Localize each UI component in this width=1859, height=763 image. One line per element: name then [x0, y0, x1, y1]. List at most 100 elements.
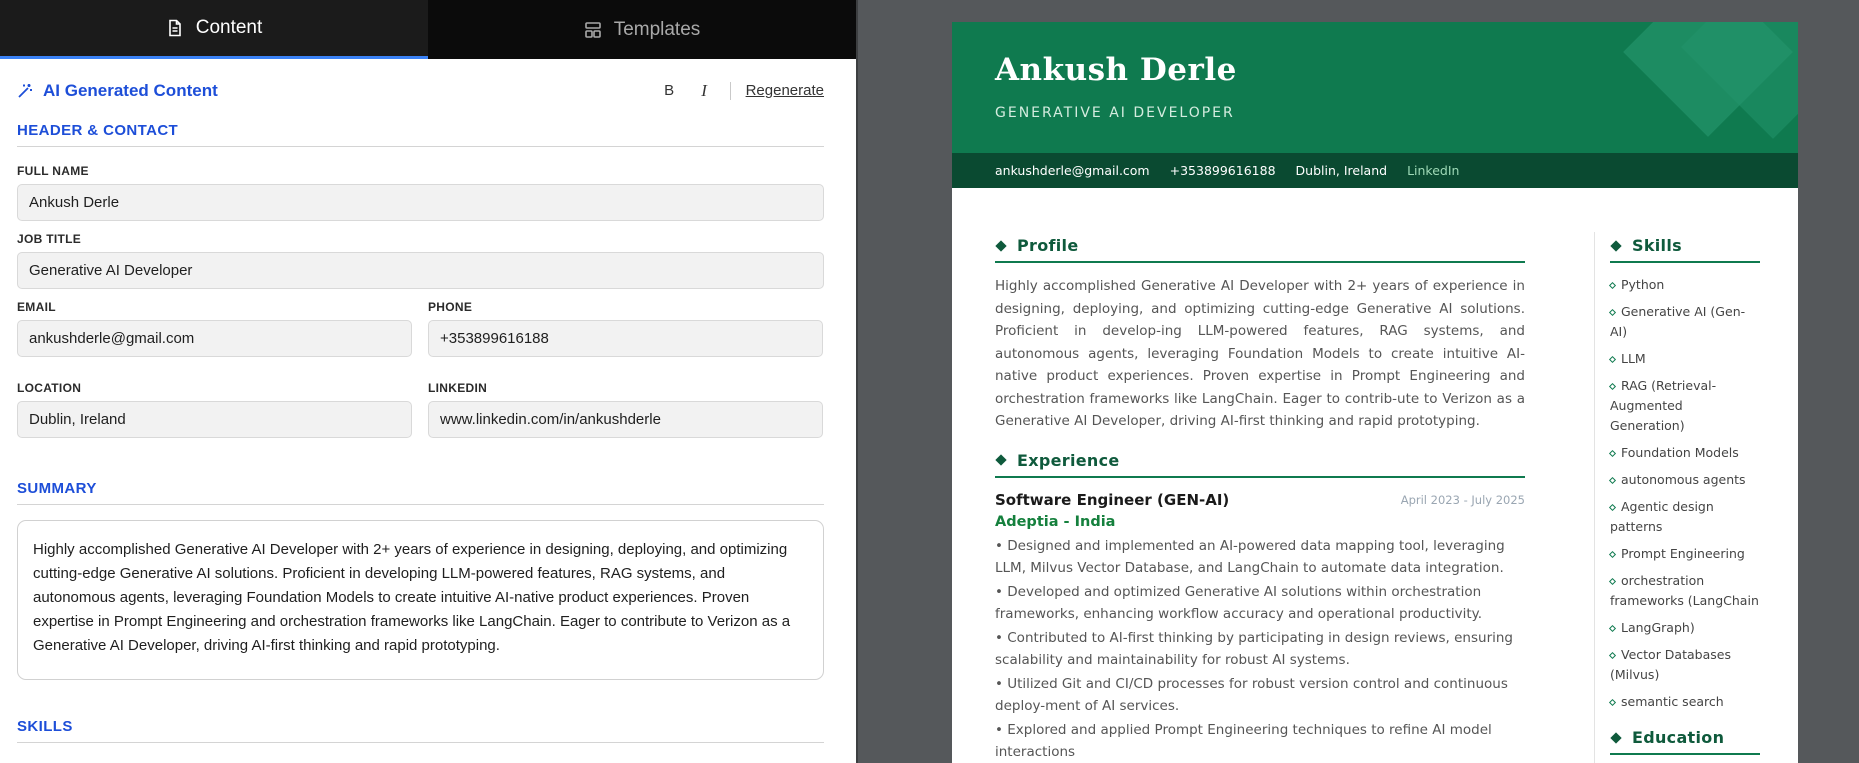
phone-label: PHONE	[428, 300, 473, 314]
diamond-icon	[1610, 239, 1622, 252]
resume-job-title: GENERATIVE AI DEVELOPER	[995, 105, 1235, 121]
email-input[interactable]: ankushderle@gmail.com	[17, 320, 412, 357]
job-title-input[interactable]: Generative AI Developer	[17, 252, 824, 289]
linkedin-input[interactable]: www.linkedin.com/in/ankushderle	[428, 401, 823, 438]
full-name-input[interactable]: Ankush Derle	[17, 184, 824, 221]
education-heading-text: Education	[1632, 728, 1725, 747]
skill-text: Vector Databases (Milvus)	[1610, 647, 1731, 682]
diamond-bullet-icon	[1608, 382, 1617, 391]
resume-location: Dublin, Ireland	[1295, 163, 1388, 178]
magic-wand-icon	[18, 83, 32, 98]
panel-divider[interactable]	[856, 0, 858, 763]
skill-text: Generative AI (Gen-AI)	[1610, 304, 1746, 339]
summary-section-title: SUMMARY	[17, 480, 824, 505]
skill-item: Python	[1608, 275, 1760, 295]
skill-item: LLM	[1608, 349, 1760, 369]
skills-list: Python Generative AI (Gen-AI) LLM RAG (R…	[1608, 275, 1760, 712]
skill-item: Foundation Models	[1608, 443, 1760, 463]
experience-bullet: • Designed and implemented an AI-powered…	[995, 537, 1505, 576]
italic-button[interactable]: I	[687, 81, 722, 101]
layout-icon	[584, 21, 601, 38]
profile-heading: Profile	[995, 236, 1525, 263]
skill-text: semantic search	[1621, 694, 1724, 709]
tab-templates-label: Templates	[613, 18, 701, 40]
experience-bullet: • Developed and optimized Generative AI …	[995, 583, 1483, 622]
experience-bullet: • Explored and applied Prompt Engineerin…	[995, 721, 1492, 760]
skill-item: Generative AI (Gen-AI)	[1608, 302, 1760, 342]
profile-text: Highly accomplished Generative AI Develo…	[995, 278, 1525, 429]
linkedin-label: LINKEDIN	[428, 381, 488, 395]
tab-content-label: Content	[195, 17, 263, 38]
skill-item: semantic search	[1608, 692, 1760, 712]
tab-templates[interactable]: Templates	[428, 0, 856, 59]
diamond-bullet-icon	[1608, 624, 1617, 633]
tab-bar: Content Templates	[0, 0, 856, 59]
resume-main-column: Profile Highly accomplished Generative A…	[995, 236, 1525, 763]
skill-text: autonomous agents	[1621, 472, 1746, 487]
resume-header: Ankush Derle GENERATIVE AI DEVELOPER	[952, 22, 1798, 153]
resume-side-column: Skills Python Generative AI (Gen-AI) LLM…	[1608, 236, 1760, 755]
summary-textarea[interactable]: Highly accomplished Generative AI Develo…	[17, 520, 824, 680]
skill-item: Prompt Engineering	[1608, 544, 1760, 564]
skill-text: LangGraph)	[1621, 620, 1695, 635]
phone-input[interactable]: +353899616188	[428, 320, 823, 357]
experience-entry: Software Engineer (GEN-AI) April 2023 - …	[995, 491, 1525, 530]
ai-generated-title: AI Generated Content	[43, 80, 218, 100]
diamond-icon	[995, 454, 1007, 466]
location-input[interactable]: Dublin, Ireland	[17, 401, 412, 438]
column-divider	[1594, 232, 1595, 763]
diamond-bullet-icon	[1608, 281, 1617, 290]
profile-heading-text: Profile	[1017, 236, 1079, 255]
diamond-icon	[995, 239, 1007, 252]
skill-item: autonomous agents	[1608, 470, 1760, 490]
skill-text: orchestration frameworks (LangChain	[1610, 573, 1759, 608]
diamond-icon	[1610, 731, 1622, 744]
toolbar-divider	[729, 81, 731, 100]
skill-item: Vector Databases (Milvus)	[1608, 645, 1760, 685]
experience-bullets: • Designed and implemented an AI-powered…	[995, 535, 1525, 763]
resume-name: Ankush Derle	[995, 52, 1237, 88]
editor-panel: Content Templates AI Generated Content B…	[0, 0, 856, 763]
skill-text: LLM	[1621, 351, 1646, 366]
header-contact-section-title: HEADER & CONTACT	[17, 122, 824, 147]
job-company: Adeptia - India	[995, 513, 1116, 530]
skill-item: LangGraph)	[1608, 618, 1760, 638]
ai-toolbar: AI Generated Content B I Regenerate	[17, 59, 824, 122]
diamond-bullet-icon	[1608, 449, 1617, 458]
diamond-bullet-icon	[1608, 698, 1617, 707]
skill-item: orchestration frameworks (LangChain	[1608, 571, 1760, 611]
diamond-bullet-icon	[1608, 550, 1617, 559]
tab-content[interactable]: Content	[0, 0, 428, 59]
skills-section-title: SKILLS	[17, 718, 824, 743]
skill-text: Python	[1621, 277, 1665, 292]
full-name-label: FULL NAME	[17, 164, 89, 178]
skill-item: Agentic design patterns	[1608, 497, 1760, 537]
skills-heading: Skills	[1610, 236, 1760, 263]
diamond-bullet-icon	[1608, 308, 1617, 317]
resume-linkedin-link[interactable]: LinkedIn	[1407, 163, 1459, 178]
job-title-label: JOB TITLE	[17, 232, 82, 246]
experience-heading: Experience	[995, 451, 1525, 478]
skill-text: Agentic design patterns	[1610, 499, 1714, 534]
skills-heading-text: Skills	[1632, 236, 1682, 255]
document-icon	[168, 19, 181, 37]
diamond-bullet-icon	[1608, 577, 1617, 586]
skill-text: Prompt Engineering	[1621, 546, 1745, 561]
diamond-bullet-icon	[1608, 503, 1617, 512]
job-dates: April 2023 - July 2025	[1400, 492, 1525, 507]
skill-item: RAG (Retrieval-Augmented Generation)	[1608, 376, 1760, 436]
education-heading: Education	[1610, 728, 1760, 755]
email-label: EMAIL	[17, 300, 56, 314]
resume-phone: +353899616188	[1169, 163, 1276, 178]
resume-email: ankushderle@gmail.com	[995, 163, 1150, 178]
skill-text: RAG (Retrieval-Augmented Generation)	[1610, 378, 1717, 433]
resume-contact-bar: ankushderle@gmail.com +353899616188 Dubl…	[952, 153, 1798, 188]
regenerate-button[interactable]: Regenerate	[746, 82, 824, 99]
diamond-bullet-icon	[1608, 651, 1617, 660]
bold-button[interactable]: B	[652, 82, 687, 99]
diamond-bullet-icon	[1608, 476, 1617, 485]
experience-heading-text: Experience	[1017, 450, 1120, 470]
resume-preview: Ankush Derle GENERATIVE AI DEVELOPER ank…	[952, 22, 1798, 763]
experience-bullet: • Utilized Git and CI/CD processes for r…	[995, 675, 1508, 714]
skill-text: Foundation Models	[1621, 445, 1739, 460]
